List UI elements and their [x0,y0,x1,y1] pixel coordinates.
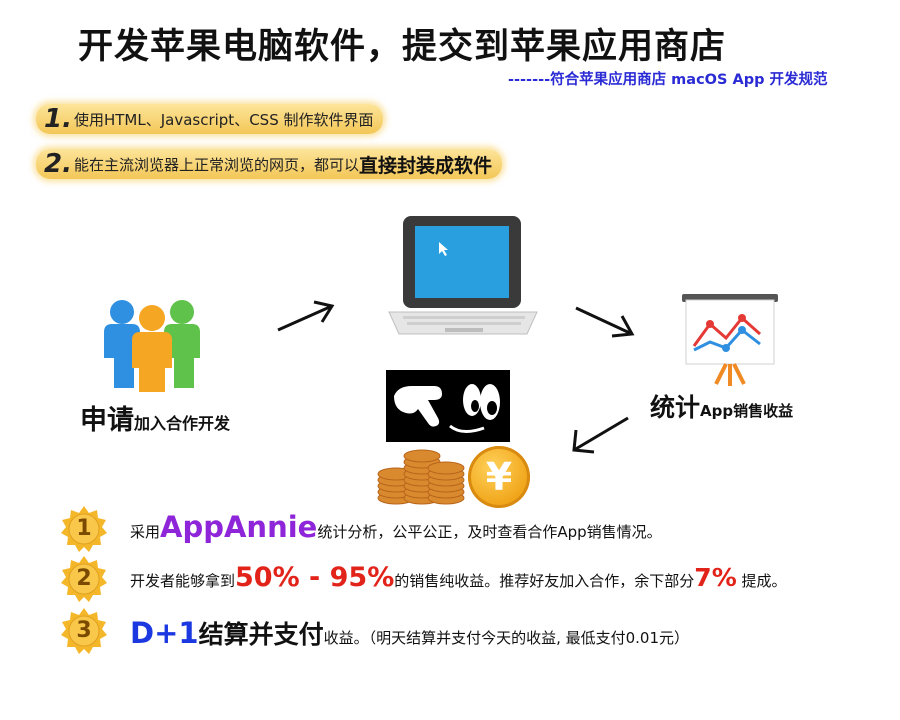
step-2-strong-text: 直接封装成软件 [358,154,492,177]
apply-label-small: 加入合作开发 [134,414,231,433]
hand-eyes-icon [386,370,510,442]
benefit-1-highlight: AppAnnie [160,510,318,544]
people-icon [104,300,200,392]
benefit-line-3: D+1结算并支付收益。（明天结算并支付今天的收益, 最低支付0.01元） [130,615,689,651]
benefit-1-prefix: 采用 [130,523,161,541]
step-1-text: 使用HTML、Javascript、CSS 制作软件界面 [73,110,374,129]
benefit-2-highlight2: 7% [694,563,737,592]
step-2-number: 2. [44,149,72,179]
arrow-right-down-icon [575,306,635,338]
benefit-3-rest: 收益。（明天结算并支付今天的收益, 最低支付0.01元） [323,629,690,647]
medal-number-2: 2 [76,566,92,591]
stat-label: 统计App销售收益 [650,388,793,424]
page-subtitle: -------符合苹果应用商店 macOS App 开发规范 [508,72,828,88]
benefit-2-middle: 的销售纯收益。推荐好友加入合作，余下部分 [394,572,695,590]
yen-symbol: ¥ [485,455,513,499]
benefit-2-highlight: 50% - 95% [235,562,395,593]
arrow-left-down-icon [572,416,629,454]
step-1-number: 1. [44,104,72,134]
benefit-3-highlight: D+1 [130,616,199,650]
medal-icon-1: 1 [60,505,108,553]
medal-icon-3: 3 [60,607,108,655]
medal-number-3: 3 [76,618,92,643]
page-title: 开发苹果电脑软件，提交到苹果应用商店 [78,27,727,67]
medal-number-1: 1 [76,516,92,541]
medal-icon-2: 2 [60,555,108,603]
step-2-text: 能在主流浏览器上正常浏览的网页，都可以 [73,155,359,174]
benefit-2-rest: 提成。 [736,572,787,590]
benefit-1-rest: 统计分析，公平公正，及时查看合作App销售情况。 [317,523,662,541]
chart-board-icon [682,294,778,386]
step-2: 2. 能在主流浏览器上正常浏览的网页，都可以 直接封装成软件 [36,149,502,179]
benefit-line-1: 采用AppAnnie统计分析，公平公正，及时查看合作App销售情况。 [130,510,662,544]
arrow-right-up-icon [277,300,335,332]
apply-label-big: 申请 [80,405,134,436]
yen-coin-icon: ¥ [468,446,530,508]
apply-label: 申请加入合作开发 [80,398,230,437]
benefit-2-prefix: 开发者能够拿到 [130,572,236,590]
benefit-line-2: 开发者能够拿到50% - 95%的销售纯收益。推荐好友加入合作，余下部分7% 提… [130,562,787,593]
laptop-icon [388,216,538,335]
stat-label-small: App销售收益 [700,402,794,420]
stat-label-big: 统计 [650,393,701,422]
step-1: 1. 使用HTML、Javascript、CSS 制作软件界面 [36,104,384,134]
coins-icon [377,449,465,505]
benefit-3-bold: 结算并支付 [198,620,324,649]
